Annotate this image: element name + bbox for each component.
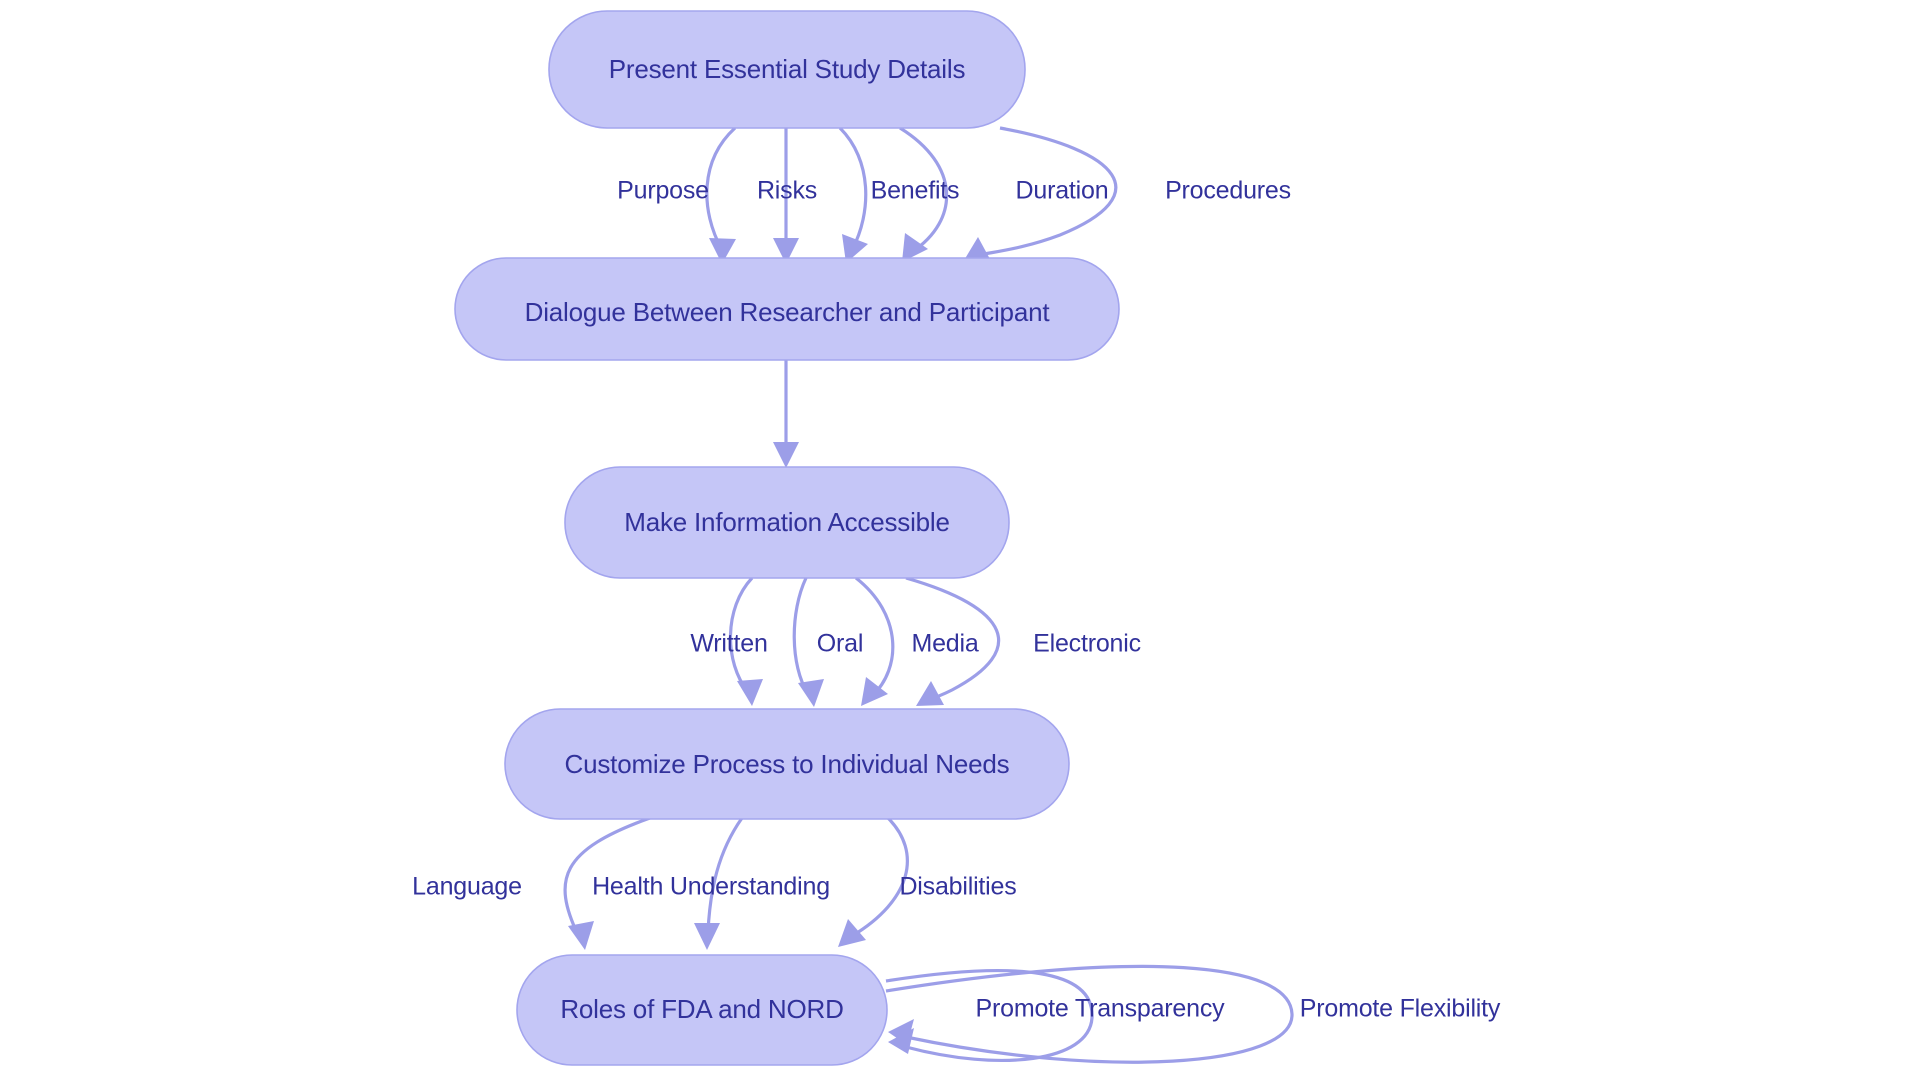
edge-purpose-path: [705, 126, 737, 251]
edge-group-roles-self-loops: Promote Transparency Promote Flexibility: [885, 964, 1501, 1064]
node-roles-of-fda-and-nord[interactable]: Roles of FDA and NORD: [516, 954, 888, 1066]
node-roles-of-fda-and-nord-label: Roles of FDA and NORD: [560, 994, 843, 1024]
edge-label-written: Written: [690, 630, 767, 658]
edge-disabilities: [838, 816, 909, 947]
edge-purpose: [705, 126, 737, 264]
edge-group-accessible-to-customize: Written Oral Media Electronic: [690, 576, 1141, 707]
edge-label-oral: Oral: [817, 630, 863, 658]
edge-dialogue-to-accessible-arrowhead: [773, 442, 799, 468]
edge-group-customize-to-roles: Language Health Understanding Disabiliti…: [412, 816, 1017, 950]
edge-label-risks: Risks: [757, 177, 817, 205]
node-dialogue-between-researcher-and-participant-label: Dialogue Between Researcher and Particip…: [525, 297, 1051, 327]
edge-label-electronic: Electronic: [1033, 630, 1141, 658]
node-make-information-accessible-label: Make Information Accessible: [624, 507, 950, 537]
edge-disabilities-arrowhead: [838, 919, 866, 947]
node-make-information-accessible[interactable]: Make Information Accessible: [564, 466, 1010, 579]
edge-health-understanding-arrowhead: [694, 923, 720, 950]
node-present-essential-study-details[interactable]: Present Essential Study Details: [548, 10, 1026, 129]
edge-oral-path: [792, 577, 810, 695]
edge-benefits-path: [838, 126, 868, 251]
flowchart-diagram: Purpose Risks Benefits Duration Procedur…: [0, 0, 1920, 1080]
edge-written-arrowhead: [737, 679, 763, 706]
edge-label-duration: Duration: [1016, 177, 1109, 205]
edge-electronic-arrowhead: [916, 681, 944, 706]
edge-label-promote-flexibility: Promote Flexibility: [1300, 995, 1501, 1023]
edge-label-language: Language: [412, 873, 522, 901]
node-present-essential-study-details-label: Present Essential Study Details: [609, 54, 966, 84]
edge-label-procedures: Procedures: [1165, 177, 1291, 205]
edge-label-promote-transparency: Promote Transparency: [976, 995, 1226, 1023]
edge-label-health-understanding: Health Understanding: [592, 873, 830, 901]
edge-label-purpose: Purpose: [617, 177, 709, 205]
edge-label-benefits: Benefits: [871, 177, 960, 205]
edge-group-present-to-dialogue: Purpose Risks Benefits Duration Procedur…: [617, 126, 1291, 264]
node-customize-process-to-individual-needs-label: Customize Process to Individual Needs: [565, 749, 1010, 779]
edge-benefits: [838, 126, 868, 263]
node-dialogue-between-researcher-and-participant[interactable]: Dialogue Between Researcher and Particip…: [454, 257, 1120, 361]
edge-oral-arrowhead: [798, 679, 824, 707]
edge-language-arrowhead: [568, 921, 594, 950]
edge-dialogue-to-accessible: [773, 360, 799, 468]
edge-label-media: Media: [911, 630, 978, 658]
edge-label-disabilities: Disabilities: [899, 873, 1016, 901]
node-customize-process-to-individual-needs[interactable]: Customize Process to Individual Needs: [504, 708, 1070, 820]
